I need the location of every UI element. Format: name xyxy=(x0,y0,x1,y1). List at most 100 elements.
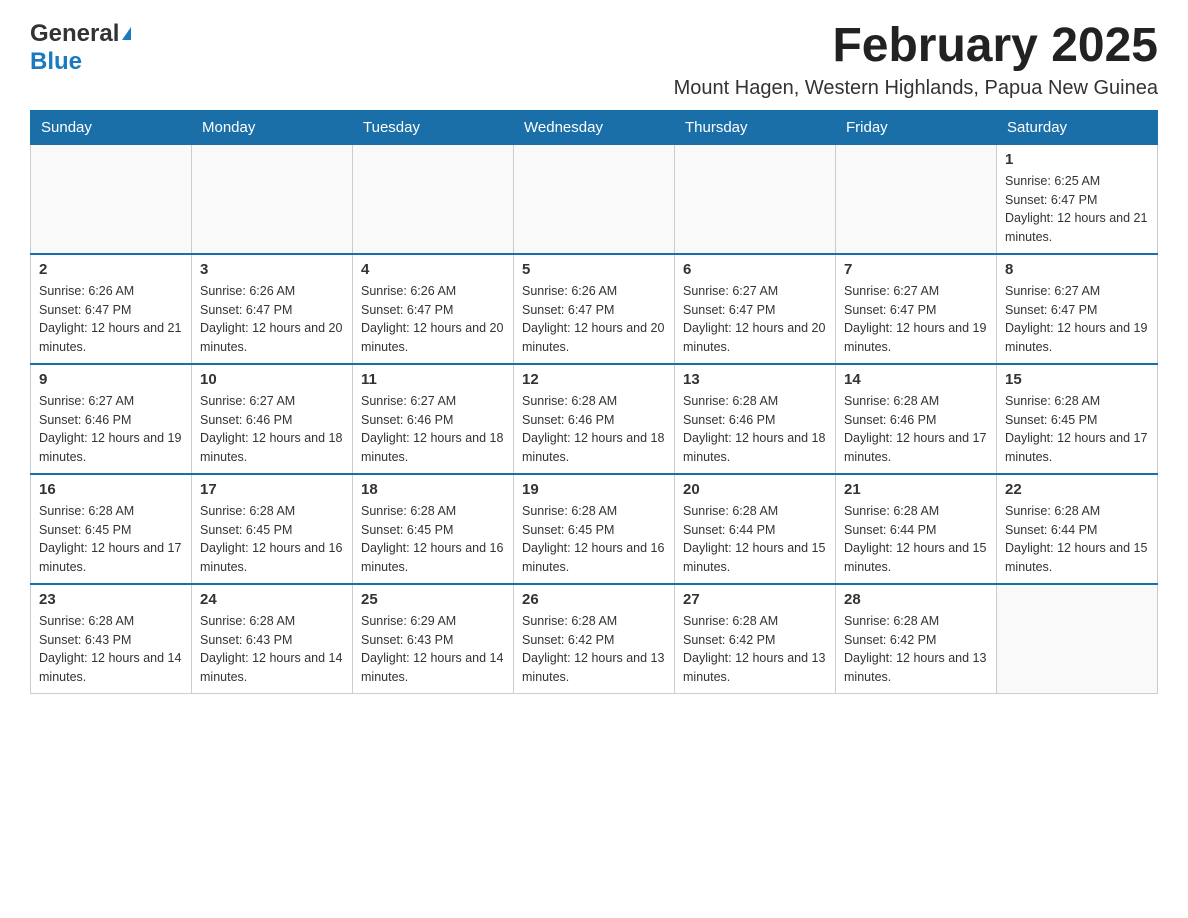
calendar-cell: 2 Sunrise: 6:26 AM Sunset: 6:47 PM Daylig… xyxy=(31,254,192,364)
calendar-cell: 26 Sunrise: 6:28 AM Sunset: 6:42 PM Dayli… xyxy=(514,584,675,694)
calendar-cell: 10 Sunrise: 6:27 AM Sunset: 6:46 PM Dayli… xyxy=(192,364,353,474)
day-info: Sunrise: 6:28 AM Sunset: 6:46 PM Dayligh… xyxy=(844,392,988,467)
calendar-row-1: 1Sunrise: 6:25 AM Sunset: 6:47 PM Daylig… xyxy=(31,144,1158,254)
day-info: Sunrise: 6:27 AM Sunset: 6:47 PM Dayligh… xyxy=(683,282,827,357)
day-info: Sunrise: 6:27 AM Sunset: 6:46 PM Dayligh… xyxy=(200,392,344,467)
calendar-cell xyxy=(836,144,997,254)
day-info: Sunrise: 6:26 AM Sunset: 6:47 PM Dayligh… xyxy=(39,282,183,357)
calendar-row-5: 23 Sunrise: 6:28 AM Sunset: 6:43 PM Dayli… xyxy=(31,584,1158,694)
day-number: 14 xyxy=(844,371,988,388)
calendar-cell: 11Sunrise: 6:27 AM Sunset: 6:46 PM Dayli… xyxy=(353,364,514,474)
day-number: 4 xyxy=(361,261,505,278)
page-header: General Blue February 2025 Mount Hagen, … xyxy=(30,20,1158,100)
day-info: Sunrise: 6:28 AM Sunset: 6:44 PM Dayligh… xyxy=(683,502,827,577)
calendar-cell: 5 Sunrise: 6:26 AM Sunset: 6:47 PM Daylig… xyxy=(514,254,675,364)
day-info: Sunrise: 6:28 AM Sunset: 6:44 PM Dayligh… xyxy=(844,502,988,577)
day-number: 21 xyxy=(844,481,988,498)
day-number: 25 xyxy=(361,591,505,608)
day-number: 18 xyxy=(361,481,505,498)
calendar-cell: 15 Sunrise: 6:28 AM Sunset: 6:45 PM Dayli… xyxy=(997,364,1158,474)
day-info: Sunrise: 6:27 AM Sunset: 6:47 PM Dayligh… xyxy=(1005,282,1149,357)
calendar-cell: 4 Sunrise: 6:26 AM Sunset: 6:47 PM Daylig… xyxy=(353,254,514,364)
header-sunday: Sunday xyxy=(31,110,192,144)
calendar-header-row: Sunday Monday Tuesday Wednesday Thursday… xyxy=(31,110,1158,144)
day-number: 10 xyxy=(200,371,344,388)
day-number: 15 xyxy=(1005,371,1149,388)
header-monday: Monday xyxy=(192,110,353,144)
day-number: 27 xyxy=(683,591,827,608)
calendar-table: Sunday Monday Tuesday Wednesday Thursday… xyxy=(30,110,1158,694)
day-number: 28 xyxy=(844,591,988,608)
day-info: Sunrise: 6:28 AM Sunset: 6:45 PM Dayligh… xyxy=(1005,392,1149,467)
calendar-cell: 19 Sunrise: 6:28 AM Sunset: 6:45 PM Dayli… xyxy=(514,474,675,584)
day-number: 19 xyxy=(522,481,666,498)
logo-triangle-icon xyxy=(122,27,131,40)
day-number: 16 xyxy=(39,481,183,498)
day-info: Sunrise: 6:25 AM Sunset: 6:47 PM Dayligh… xyxy=(1005,172,1149,247)
day-info: Sunrise: 6:28 AM Sunset: 6:46 PM Dayligh… xyxy=(683,392,827,467)
day-number: 13 xyxy=(683,371,827,388)
calendar-cell: 3 Sunrise: 6:26 AM Sunset: 6:47 PM Daylig… xyxy=(192,254,353,364)
day-info: Sunrise: 6:28 AM Sunset: 6:43 PM Dayligh… xyxy=(39,612,183,687)
calendar-cell: 21 Sunrise: 6:28 AM Sunset: 6:44 PM Dayli… xyxy=(836,474,997,584)
calendar-cell xyxy=(31,144,192,254)
calendar-cell: 7 Sunrise: 6:27 AM Sunset: 6:47 PM Daylig… xyxy=(836,254,997,364)
day-info: Sunrise: 6:28 AM Sunset: 6:44 PM Dayligh… xyxy=(1005,502,1149,577)
day-info: Sunrise: 6:28 AM Sunset: 6:42 PM Dayligh… xyxy=(522,612,666,687)
logo: General Blue xyxy=(30,20,131,76)
day-number: 17 xyxy=(200,481,344,498)
day-info: Sunrise: 6:26 AM Sunset: 6:47 PM Dayligh… xyxy=(522,282,666,357)
day-info: Sunrise: 6:27 AM Sunset: 6:47 PM Dayligh… xyxy=(844,282,988,357)
day-info: Sunrise: 6:28 AM Sunset: 6:45 PM Dayligh… xyxy=(361,502,505,577)
day-number: 24 xyxy=(200,591,344,608)
calendar-cell: 9Sunrise: 6:27 AM Sunset: 6:46 PM Daylig… xyxy=(31,364,192,474)
day-number: 23 xyxy=(39,591,183,608)
calendar-cell xyxy=(514,144,675,254)
calendar-cell: 20 Sunrise: 6:28 AM Sunset: 6:44 PM Dayli… xyxy=(675,474,836,584)
day-number: 5 xyxy=(522,261,666,278)
calendar-cell: 1Sunrise: 6:25 AM Sunset: 6:47 PM Daylig… xyxy=(997,144,1158,254)
calendar-cell: 14 Sunrise: 6:28 AM Sunset: 6:46 PM Dayli… xyxy=(836,364,997,474)
day-number: 9 xyxy=(39,371,183,388)
day-number: 20 xyxy=(683,481,827,498)
calendar-cell: 17 Sunrise: 6:28 AM Sunset: 6:45 PM Dayli… xyxy=(192,474,353,584)
day-info: Sunrise: 6:26 AM Sunset: 6:47 PM Dayligh… xyxy=(200,282,344,357)
day-number: 2 xyxy=(39,261,183,278)
title-section: February 2025 Mount Hagen, Western Highl… xyxy=(674,20,1158,100)
calendar-cell: 6Sunrise: 6:27 AM Sunset: 6:47 PM Daylig… xyxy=(675,254,836,364)
calendar-cell: 24 Sunrise: 6:28 AM Sunset: 6:43 PM Dayli… xyxy=(192,584,353,694)
day-info: Sunrise: 6:28 AM Sunset: 6:43 PM Dayligh… xyxy=(200,612,344,687)
calendar-cell xyxy=(675,144,836,254)
day-info: Sunrise: 6:28 AM Sunset: 6:42 PM Dayligh… xyxy=(683,612,827,687)
day-number: 11 xyxy=(361,371,505,388)
month-title: February 2025 xyxy=(674,20,1158,73)
header-thursday: Thursday xyxy=(675,110,836,144)
day-number: 8 xyxy=(1005,261,1149,278)
calendar-cell: 16 Sunrise: 6:28 AM Sunset: 6:45 PM Dayli… xyxy=(31,474,192,584)
calendar-cell: 25Sunrise: 6:29 AM Sunset: 6:43 PM Dayli… xyxy=(353,584,514,694)
day-number: 26 xyxy=(522,591,666,608)
calendar-cell: 23 Sunrise: 6:28 AM Sunset: 6:43 PM Dayli… xyxy=(31,584,192,694)
calendar-cell: 8 Sunrise: 6:27 AM Sunset: 6:47 PM Daylig… xyxy=(997,254,1158,364)
calendar-cell: 18 Sunrise: 6:28 AM Sunset: 6:45 PM Dayli… xyxy=(353,474,514,584)
calendar-row-2: 2 Sunrise: 6:26 AM Sunset: 6:47 PM Daylig… xyxy=(31,254,1158,364)
day-info: Sunrise: 6:28 AM Sunset: 6:46 PM Dayligh… xyxy=(522,392,666,467)
day-info: Sunrise: 6:28 AM Sunset: 6:42 PM Dayligh… xyxy=(844,612,988,687)
header-saturday: Saturday xyxy=(997,110,1158,144)
day-number: 3 xyxy=(200,261,344,278)
day-number: 22 xyxy=(1005,481,1149,498)
header-tuesday: Tuesday xyxy=(353,110,514,144)
day-info: Sunrise: 6:28 AM Sunset: 6:45 PM Dayligh… xyxy=(522,502,666,577)
calendar-cell: 13 Sunrise: 6:28 AM Sunset: 6:46 PM Dayli… xyxy=(675,364,836,474)
day-info: Sunrise: 6:28 AM Sunset: 6:45 PM Dayligh… xyxy=(200,502,344,577)
day-info: Sunrise: 6:26 AM Sunset: 6:47 PM Dayligh… xyxy=(361,282,505,357)
calendar-cell: 27 Sunrise: 6:28 AM Sunset: 6:42 PM Dayli… xyxy=(675,584,836,694)
calendar-cell: 28 Sunrise: 6:28 AM Sunset: 6:42 PM Dayli… xyxy=(836,584,997,694)
calendar-cell: 22 Sunrise: 6:28 AM Sunset: 6:44 PM Dayli… xyxy=(997,474,1158,584)
calendar-cell xyxy=(192,144,353,254)
header-friday: Friday xyxy=(836,110,997,144)
calendar-cell: 12Sunrise: 6:28 AM Sunset: 6:46 PM Dayli… xyxy=(514,364,675,474)
day-info: Sunrise: 6:28 AM Sunset: 6:45 PM Dayligh… xyxy=(39,502,183,577)
location-title: Mount Hagen, Western Highlands, Papua Ne… xyxy=(674,77,1158,100)
day-number: 7 xyxy=(844,261,988,278)
